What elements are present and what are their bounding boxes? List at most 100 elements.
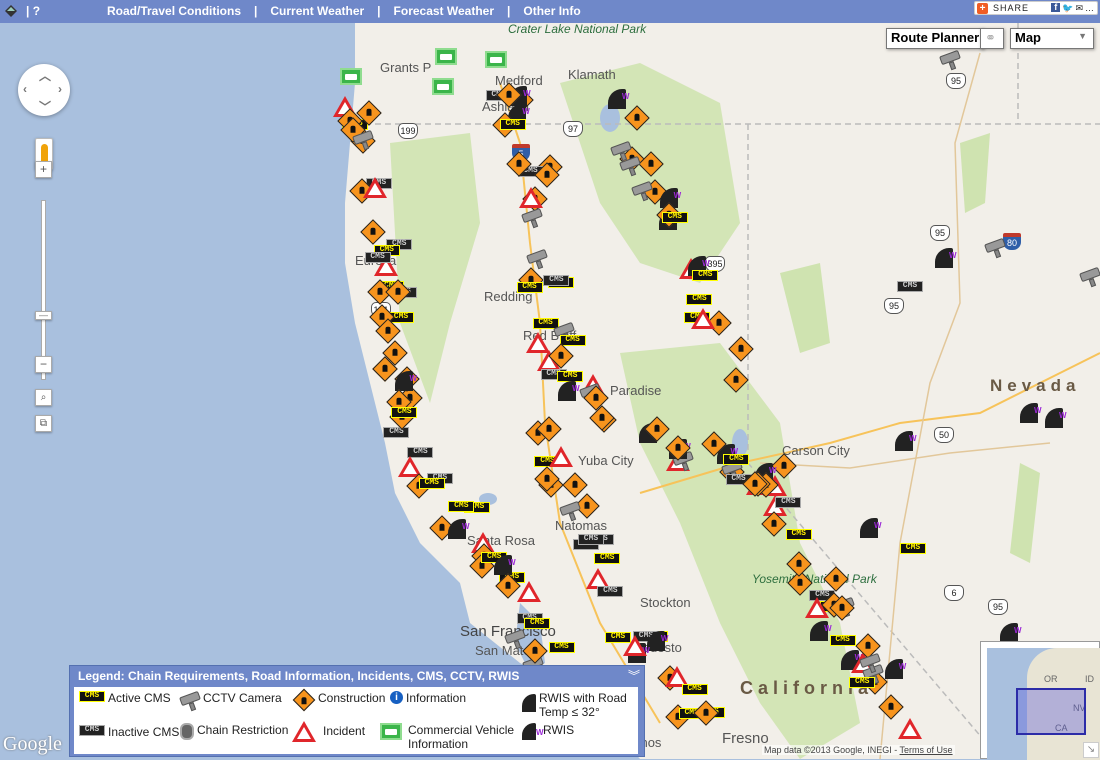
help-link[interactable]: | ? — [26, 4, 40, 18]
inactive-cms-marker[interactable]: CMS — [543, 275, 570, 287]
main-nav: Road/Travel Conditions | Current Weather… — [107, 4, 581, 18]
active-cms-marker[interactable]: CMS — [692, 269, 719, 281]
commercial-vehicle-marker[interactable] — [435, 48, 457, 65]
rwis-cold-icon — [522, 694, 536, 712]
zoom-in-button[interactable]: + — [35, 161, 52, 178]
active-cms-marker[interactable]: CMS — [516, 282, 543, 294]
inactive-cms-marker[interactable]: CMS — [364, 251, 391, 263]
overview-map[interactable]: OR ID NV CA ↘ — [980, 641, 1100, 760]
facebook-icon[interactable]: f — [1051, 2, 1061, 12]
overview-toggle-icon[interactable]: ⧉ — [35, 415, 52, 432]
google-logo[interactable]: Google — [3, 733, 62, 756]
inactive-cms-icon: CMS — [79, 725, 105, 736]
overview-viewport-box[interactable] — [1016, 688, 1086, 735]
incident-icon — [292, 721, 316, 742]
active-cms-marker[interactable]: CMS — [681, 684, 708, 696]
map-canvas[interactable]: Grants P Medford Ashland Klamath Eureka … — [0, 23, 1100, 759]
incident-marker[interactable] — [548, 446, 573, 468]
active-cms-marker[interactable]: CMS — [391, 407, 418, 419]
pan-down-icon[interactable]: ﹀ — [39, 98, 51, 115]
legend-label: Inactive CMS — [108, 725, 180, 739]
pan-right-icon[interactable]: › — [58, 82, 62, 96]
active-cms-marker[interactable]: CMS — [661, 212, 688, 224]
map-attribution: Map data ©2013 Google, INEGI - Terms of … — [762, 745, 955, 755]
incident-marker[interactable] — [690, 308, 715, 330]
incident-marker[interactable] — [898, 717, 923, 739]
top-navigation-bar: | ? Road/Travel Conditions | Current Wea… — [0, 0, 1100, 23]
chain-restriction-icon — [180, 723, 194, 740]
active-cms-marker[interactable]: CMS — [849, 676, 876, 688]
more-icon[interactable]: … — [1085, 3, 1094, 14]
inactive-cms-marker[interactable]: CMS — [577, 533, 604, 545]
incident-marker[interactable] — [362, 176, 387, 198]
nav-forecast-weather[interactable]: Forecast Weather — [394, 4, 494, 18]
legend-item-rwis: RWIS — [522, 723, 574, 740]
nav-current-weather[interactable]: Current Weather — [270, 4, 364, 18]
active-cms-marker[interactable]: CMS — [559, 334, 586, 346]
link-icon[interactable]: ⚭ — [980, 28, 1004, 49]
map-type-select[interactable]: Map ▼ — [1010, 28, 1094, 49]
active-cms-marker[interactable]: CMS — [686, 294, 713, 306]
legend-item-inactive-cms: CMS Inactive CMS — [79, 725, 179, 739]
caltrans-logo-icon[interactable] — [4, 4, 18, 18]
active-cms-marker[interactable]: CMS — [448, 500, 475, 512]
highway-shield: 50 — [934, 427, 954, 443]
commercial-vehicle-marker[interactable] — [340, 68, 362, 85]
zoom-box-icon[interactable]: ⌕ — [35, 389, 52, 406]
share-widget[interactable]: + SHARE f 🐦 ✉ … — [974, 1, 1098, 15]
active-cms-marker[interactable]: CMS — [418, 477, 445, 489]
inactive-cms-marker[interactable]: CMS — [597, 586, 624, 598]
legend-collapse-icon[interactable]: ︾ — [626, 667, 642, 683]
state-label: Nevada — [990, 376, 1081, 395]
inactive-cms-marker[interactable]: CMS — [897, 281, 923, 292]
active-cms-marker[interactable]: CMS — [829, 634, 856, 646]
highway-shield: 97 — [563, 121, 583, 137]
rwis-marker[interactable] — [810, 621, 832, 642]
incident-marker[interactable] — [622, 634, 647, 656]
share-label: SHARE — [993, 3, 1030, 13]
nav-separator: | — [254, 4, 258, 18]
overview-collapse-icon[interactable]: ↘ — [1083, 742, 1099, 758]
active-cms-marker[interactable]: CMS — [499, 118, 526, 130]
legend-item-rwis-cold: RWIS with Road Temp ≤ 32° — [522, 691, 638, 719]
nav-other-info[interactable]: Other Info — [523, 4, 580, 18]
active-cms-marker[interactable]: CMS — [594, 553, 621, 565]
zoom-slider-thumb[interactable]: — — [35, 311, 52, 320]
zoom-slider-track[interactable] — [41, 200, 46, 380]
rwis-icon — [522, 723, 544, 740]
pan-up-icon[interactable]: ︿ — [39, 67, 51, 84]
active-cms-marker[interactable]: CMS — [524, 617, 551, 629]
terms-of-use-link[interactable]: Terms of Use — [900, 745, 953, 755]
commercial-vehicle-marker[interactable] — [485, 51, 507, 68]
highway-shield: 95 — [884, 298, 904, 314]
pan-control[interactable]: ︿ ﹀ ‹ › — [18, 64, 70, 116]
inactive-cms-marker[interactable]: CMS — [383, 426, 410, 438]
map-type-value: Map — [1015, 30, 1041, 45]
nav-separator: | — [377, 4, 381, 18]
incident-marker[interactable] — [518, 187, 543, 209]
legend-label: RWIS with Road Temp ≤ 32° — [539, 691, 627, 719]
legend-panel: Legend: Chain Requirements, Road Informa… — [69, 665, 645, 757]
inactive-cms-marker[interactable]: CMS — [775, 497, 802, 509]
commercial-vehicle-marker[interactable] — [432, 78, 454, 95]
incident-marker[interactable] — [516, 580, 541, 602]
route-planner-button[interactable]: Route Planner — [886, 28, 985, 49]
active-cms-marker[interactable]: CMS — [900, 543, 926, 554]
zoom-out-button[interactable]: − — [35, 356, 52, 373]
incident-marker[interactable] — [526, 331, 551, 353]
active-cms-marker[interactable]: CMS — [785, 528, 812, 540]
pan-left-icon[interactable]: ‹ — [23, 82, 27, 96]
construction-icon — [292, 688, 316, 712]
city-label: Paradise — [610, 383, 662, 398]
active-cms-marker[interactable]: CMS — [723, 453, 750, 465]
legend-label: Active CMS — [108, 691, 171, 705]
legend-label: RWIS — [543, 723, 575, 737]
email-icon[interactable]: ✉ — [1075, 3, 1083, 14]
legend-item-incident: Incident — [292, 721, 365, 742]
active-cms-marker[interactable]: CMS — [548, 641, 575, 653]
twitter-icon[interactable]: 🐦 — [1062, 3, 1073, 14]
legend-label: Chain Restriction — [197, 723, 289, 737]
nav-road-travel-conditions[interactable]: Road/Travel Conditions — [107, 4, 241, 18]
legend-item-information: i Information — [390, 691, 466, 705]
legend-title: Legend: Chain Requirements, Road Informa… — [78, 669, 520, 683]
